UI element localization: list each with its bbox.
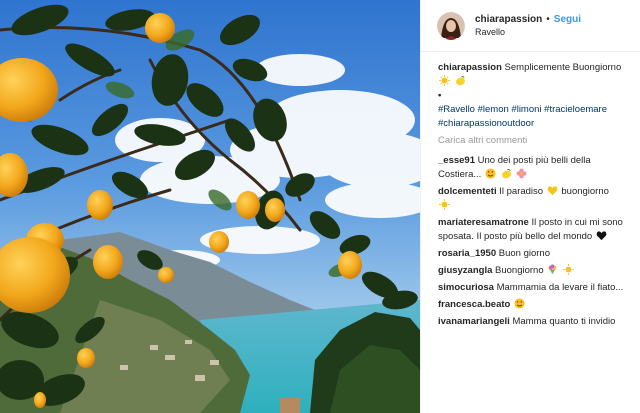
post-header: chiarapassion • Segui Ravello bbox=[421, 0, 640, 52]
heart-eyes-icon bbox=[514, 298, 525, 309]
comment: mariateresamatrone Il posto in cui mi so… bbox=[438, 216, 630, 244]
comment-text: Mamma quanto ti invidio bbox=[512, 316, 616, 327]
sun-icon bbox=[562, 264, 574, 275]
comment-text: Buongiorno bbox=[495, 265, 544, 276]
caption-bullet: • bbox=[438, 90, 442, 101]
hashtags: #Ravello #lemon #limoni #tracieloemare #… bbox=[438, 104, 607, 129]
lemon-icon bbox=[455, 76, 465, 86]
comment: ivanamariangeli Mamma quanto ti invidio bbox=[438, 315, 630, 329]
comment-username[interactable]: rosaria_1950 bbox=[438, 248, 496, 259]
comment-text: Buon giorno bbox=[498, 248, 550, 259]
caption-username[interactable]: chiarapassion bbox=[438, 62, 502, 73]
lemon-icon bbox=[501, 169, 511, 179]
bouquet-icon bbox=[548, 264, 557, 275]
hashtag-ravello[interactable]: #Ravello bbox=[438, 104, 475, 115]
instagram-post-modal: chiarapassion • Segui Ravello chiarapass… bbox=[0, 0, 640, 413]
flower-icon bbox=[516, 168, 527, 179]
comment: _esse91 Uno dei posti più belli della Co… bbox=[438, 154, 630, 182]
black-heart-icon bbox=[596, 231, 607, 241]
hashtag-limoni[interactable]: #limoni bbox=[511, 104, 541, 115]
hashtag-tracieloemare[interactable]: #tracieloemare bbox=[544, 104, 607, 115]
load-more-comments[interactable]: Carica altri commenti bbox=[438, 134, 630, 148]
comment: giusyzangla Buongiorno bbox=[438, 264, 630, 278]
hashtag-chiarapassionoutdoor[interactable]: #chiarapassionoutdoor bbox=[438, 118, 534, 129]
post-photo[interactable] bbox=[0, 0, 420, 413]
post-details-panel: chiarapassion • Segui Ravello chiarapass… bbox=[420, 0, 640, 413]
hashtag-lemon[interactable]: #lemon bbox=[478, 104, 509, 115]
comment-text: Mammamia da levare il fiato... bbox=[496, 282, 624, 293]
sun-icon bbox=[439, 75, 450, 86]
heart-eyes-icon bbox=[485, 168, 496, 179]
comment: francesca.beato bbox=[438, 298, 630, 312]
caption: chiarapassion Semplicemente Buongiorno •… bbox=[438, 61, 630, 131]
follow-button[interactable]: Segui bbox=[554, 13, 581, 26]
comments-list: chiarapassion Semplicemente Buongiorno •… bbox=[421, 52, 640, 329]
comment: simocuriosa Mammamia da levare il fiato.… bbox=[438, 281, 630, 295]
sun-icon bbox=[439, 199, 450, 210]
comment-text: Il paradiso bbox=[499, 186, 544, 197]
post-author-username[interactable]: chiarapassion bbox=[475, 13, 542, 26]
comment-username[interactable]: ivanamariangeli bbox=[438, 316, 510, 327]
yellow-heart-icon bbox=[547, 186, 558, 196]
comment-username[interactable]: _esse91 bbox=[438, 155, 475, 166]
comment-username[interactable]: simocuriosa bbox=[438, 282, 494, 293]
comment-username[interactable]: giusyzangla bbox=[438, 265, 492, 276]
comment-username[interactable]: dolcementeti bbox=[438, 186, 497, 197]
lemon-tree-coast-image bbox=[0, 0, 420, 413]
avatar[interactable] bbox=[437, 11, 465, 40]
post-location[interactable]: Ravello bbox=[475, 26, 581, 39]
comment: rosaria_1950 Buon giorno bbox=[438, 247, 630, 261]
comment-text-2: buongiorno bbox=[561, 186, 609, 197]
comment-username[interactable]: francesca.beato bbox=[438, 299, 510, 310]
caption-text: Semplicemente Buongiorno bbox=[504, 62, 622, 73]
comment: dolcementeti Il paradiso buongiorno bbox=[438, 185, 630, 213]
separator-dot: • bbox=[546, 13, 550, 25]
comment-username[interactable]: mariateresamatrone bbox=[438, 217, 529, 228]
